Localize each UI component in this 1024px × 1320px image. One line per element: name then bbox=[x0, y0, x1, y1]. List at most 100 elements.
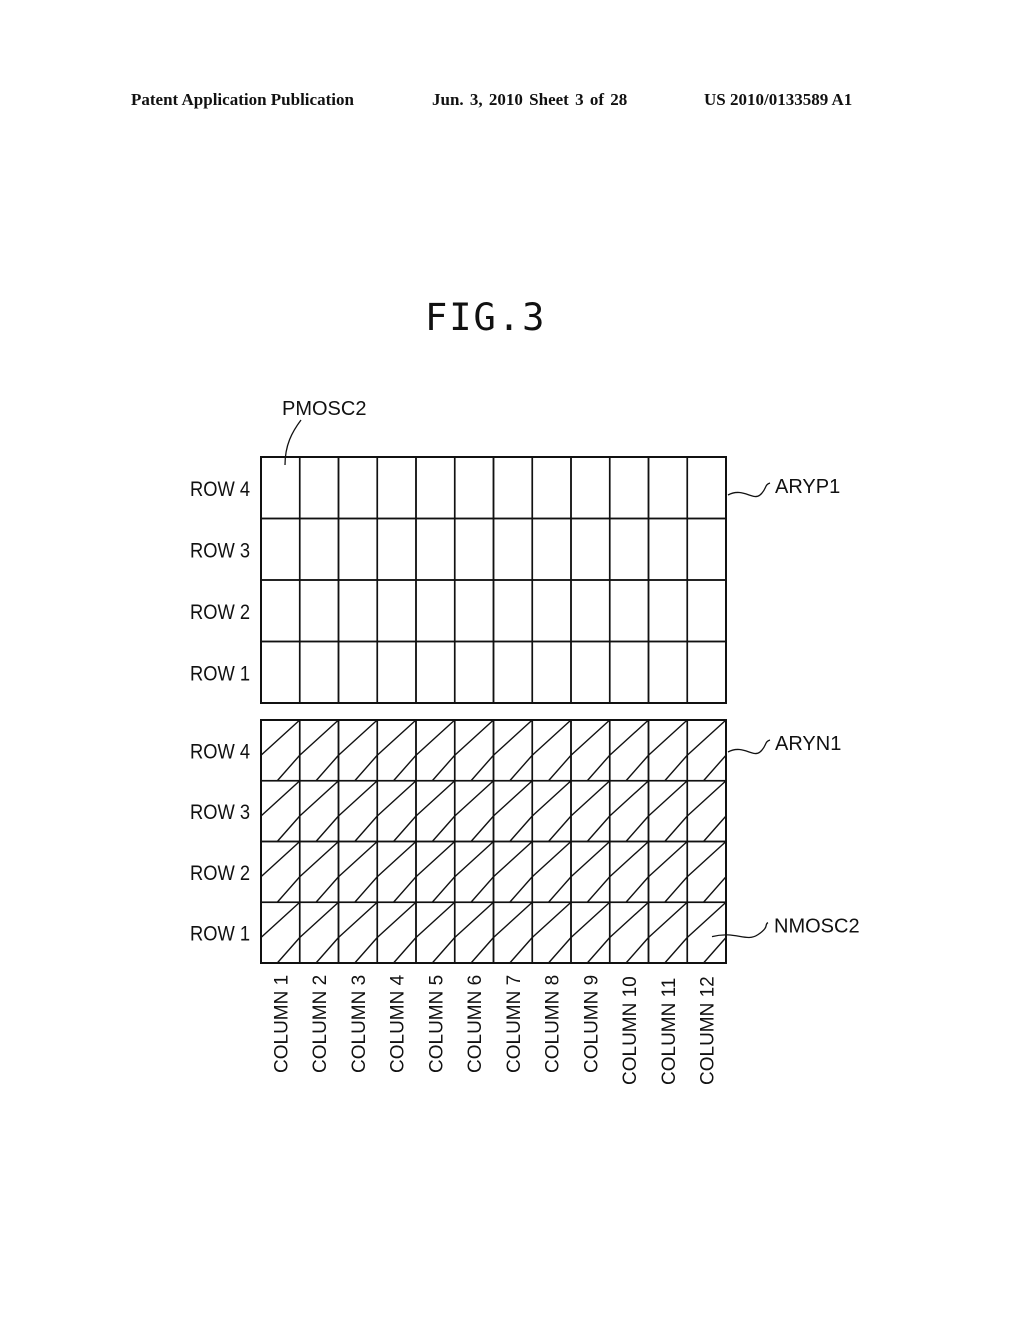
hatch-line bbox=[376, 840, 417, 878]
array-cell bbox=[298, 456, 340, 520]
array-cell bbox=[647, 579, 689, 643]
hatch-line bbox=[431, 754, 456, 782]
hatch-line bbox=[338, 719, 378, 756]
hatch-line bbox=[415, 780, 456, 817]
array-cell bbox=[337, 640, 379, 704]
hatch-line bbox=[299, 901, 339, 939]
hatch-line bbox=[376, 780, 417, 817]
column-label: COLUMN 11 bbox=[659, 978, 680, 1085]
row-label: ROW 2 bbox=[190, 862, 250, 885]
hatch-line bbox=[392, 815, 417, 842]
array-label: ARYN1 bbox=[775, 733, 841, 755]
array-cell bbox=[570, 517, 611, 581]
array-cell bbox=[376, 517, 417, 581]
hatch-line bbox=[338, 901, 378, 939]
column-label: COLUMN 6 bbox=[465, 975, 486, 1073]
array-cell bbox=[453, 456, 495, 520]
hatch-line bbox=[354, 815, 378, 842]
array-cell bbox=[298, 579, 340, 643]
array-cell bbox=[492, 640, 534, 704]
array-cell bbox=[337, 456, 379, 520]
column-label: COLUMN 10 bbox=[620, 976, 641, 1085]
array-cell bbox=[415, 579, 456, 643]
hatch-line bbox=[276, 876, 301, 903]
array-cell bbox=[531, 456, 572, 520]
hatch-line bbox=[648, 780, 688, 817]
array-cell bbox=[260, 579, 301, 643]
hatch-line bbox=[648, 901, 688, 939]
hatch-line bbox=[609, 719, 649, 756]
array-cell bbox=[608, 640, 650, 704]
hatch-line bbox=[338, 840, 378, 878]
hatch-line bbox=[570, 719, 611, 756]
column-label: COLUMN 1 bbox=[271, 975, 292, 1073]
hatch-line bbox=[260, 719, 301, 756]
hatch-line bbox=[664, 754, 688, 782]
hatch-line bbox=[470, 937, 495, 964]
hatch-line bbox=[392, 754, 417, 782]
array-cell bbox=[686, 456, 727, 520]
hatch-line bbox=[686, 901, 727, 939]
hatch-line bbox=[454, 840, 494, 878]
column-label: COLUMN 2 bbox=[310, 975, 331, 1073]
hatch-line bbox=[431, 937, 456, 964]
row-label: ROW 2 bbox=[190, 601, 250, 624]
hatch-line bbox=[454, 901, 494, 939]
hatch-line bbox=[702, 876, 727, 903]
column-label: COLUMN 8 bbox=[543, 975, 564, 1073]
array-cell bbox=[415, 456, 456, 520]
column-label: COLUMN 12 bbox=[698, 976, 719, 1085]
array-cell bbox=[376, 640, 417, 704]
hatch-line bbox=[609, 840, 649, 878]
array-cell bbox=[686, 640, 727, 704]
array-diagram: ROW 4ROW 3ROW 2ROW 1ARYP1PMOSC2ROW 4ROW … bbox=[190, 398, 860, 1085]
hatch-line bbox=[493, 901, 533, 939]
hatch-line bbox=[531, 901, 572, 939]
hatch-line bbox=[276, 937, 301, 964]
hatch-line bbox=[686, 780, 727, 817]
hatch-line bbox=[547, 876, 572, 903]
column-labels: COLUMN 1 COLUMN 2 COLUMN 3 COLUMN 4 COLUMN 5… bbox=[271, 974, 718, 1085]
array-label-leader bbox=[727, 482, 771, 498]
hatch-line bbox=[686, 719, 727, 756]
hatch-line bbox=[299, 840, 339, 878]
hatch-line bbox=[299, 719, 339, 756]
hatch-line bbox=[509, 937, 533, 964]
array-cell bbox=[453, 579, 495, 643]
hatch-line bbox=[648, 840, 688, 878]
hatch-line bbox=[315, 754, 340, 782]
array-cell bbox=[570, 640, 611, 704]
array-cell bbox=[260, 517, 301, 581]
hatch-line bbox=[625, 754, 650, 782]
array-cell bbox=[415, 517, 456, 581]
array-cell bbox=[531, 517, 572, 581]
array-cell bbox=[260, 456, 301, 520]
hatch-line bbox=[354, 754, 378, 782]
hatch-line bbox=[531, 780, 572, 817]
hatch-line bbox=[702, 754, 727, 782]
hatch-line bbox=[376, 901, 417, 939]
array-cell bbox=[686, 517, 727, 581]
array-cell bbox=[647, 517, 689, 581]
hatch-line bbox=[664, 815, 688, 842]
array-label-leader bbox=[727, 739, 771, 755]
hatch-line bbox=[648, 719, 688, 756]
row-label: ROW 4 bbox=[190, 478, 250, 501]
hatch-line bbox=[454, 780, 494, 817]
hatch-line bbox=[509, 876, 533, 903]
array-cell bbox=[531, 579, 572, 643]
array-aryn1: ROW 4 ROW 3 ROW 2 ROW 1 ARYN1 NMOSC2 bbox=[190, 719, 860, 964]
hatch-line bbox=[570, 780, 611, 817]
column-label: COLUMN 5 bbox=[426, 975, 447, 1073]
array-cell bbox=[376, 579, 417, 643]
array-label: ARYP1 bbox=[775, 476, 840, 498]
array-cell bbox=[570, 579, 611, 643]
hatch-line bbox=[570, 901, 611, 939]
array-cell bbox=[376, 456, 417, 520]
hatch-line bbox=[547, 815, 572, 842]
array-cell bbox=[608, 517, 650, 581]
hatch-line bbox=[338, 780, 378, 817]
hatch-line bbox=[702, 937, 727, 964]
array-cell bbox=[492, 456, 534, 520]
array-cell bbox=[608, 456, 650, 520]
